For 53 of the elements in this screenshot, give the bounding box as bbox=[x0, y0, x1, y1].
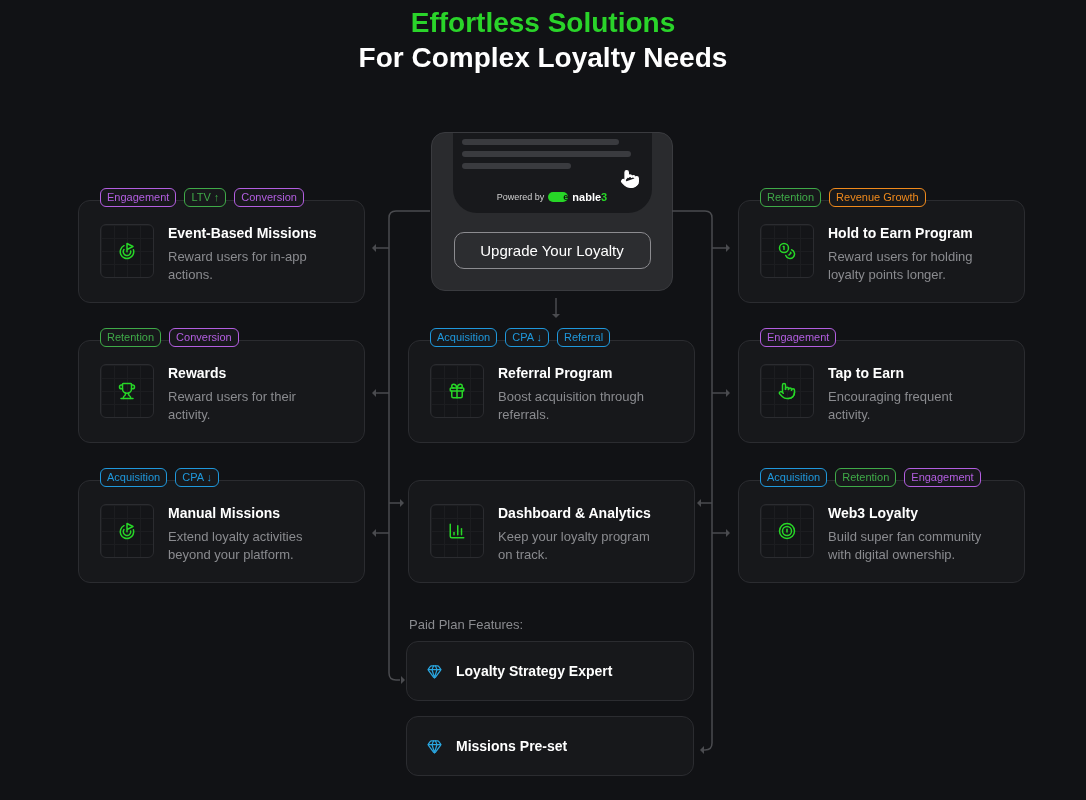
trophy-icon bbox=[118, 382, 136, 400]
card-description: Encouraging frequent activity. bbox=[828, 388, 954, 424]
card-title: Tap to Earn bbox=[828, 364, 905, 382]
card-description: Build super fan community with digital ownership. bbox=[828, 528, 983, 564]
card-description: Reward users for in-app actions. bbox=[168, 248, 308, 284]
chart-icon bbox=[448, 522, 466, 540]
card-description: Extend loyalty activities beyond your platform. bbox=[168, 528, 304, 564]
card-description: Boost acquisition through referrals. bbox=[498, 388, 645, 424]
tag: CPA ↓ bbox=[175, 468, 219, 487]
section-label: Paid Plan Features: bbox=[409, 617, 525, 632]
tag: Engagement bbox=[904, 468, 981, 487]
target-icon bbox=[118, 522, 136, 540]
tag: CPA ↓ bbox=[505, 328, 549, 347]
tag: Acquisition bbox=[100, 468, 168, 487]
tag: Revenue Growth bbox=[829, 188, 926, 207]
tag: Acquisition bbox=[430, 328, 498, 347]
heading: For Complex Loyalty Needs bbox=[358, 41, 728, 75]
powered-by-label: Powered by bbox=[496, 192, 545, 202]
tag: Engagement bbox=[760, 328, 837, 347]
tag: Referral bbox=[556, 328, 611, 347]
tag: Conversion bbox=[169, 328, 239, 347]
card-title: Hold to Earn Program bbox=[828, 224, 974, 242]
card-title: Web3 Loyalty bbox=[828, 504, 919, 522]
brand-name: nable3 bbox=[572, 191, 608, 203]
feature-title: Loyalty Strategy Expert bbox=[456, 662, 613, 680]
gift-icon bbox=[448, 382, 466, 400]
card-title: Event-Based Missions bbox=[168, 224, 318, 242]
tag: Retention bbox=[835, 468, 897, 487]
tap-hand-icon bbox=[778, 382, 796, 400]
heading: Effortless Solutions bbox=[410, 6, 676, 40]
card-title: Manual Missions bbox=[168, 504, 282, 522]
tag: LTV ↑ bbox=[184, 188, 227, 207]
tag: Engagement bbox=[100, 188, 177, 207]
feature-title: Missions Pre-set bbox=[456, 737, 568, 755]
tag: Retention bbox=[760, 188, 822, 207]
gem-icon bbox=[427, 738, 442, 754]
hand-cursor-icon bbox=[619, 169, 640, 189]
tag: Conversion bbox=[234, 188, 304, 207]
card-description: Reward users for holding loyalty points longer. bbox=[828, 248, 974, 284]
coin-icon bbox=[778, 522, 796, 540]
toggle-logo: e bbox=[548, 192, 569, 202]
gem-icon bbox=[427, 663, 442, 679]
card-description: Keep your loyalty program on track. bbox=[498, 528, 651, 564]
target-icon bbox=[118, 242, 136, 260]
upgrade-button[interactable]: Upgrade Your Loyalty bbox=[453, 232, 651, 269]
connector-arrow bbox=[552, 297, 560, 318]
tag: Retention bbox=[100, 328, 162, 347]
card-description: Reward users for their activity. bbox=[168, 388, 297, 424]
card-title: Dashboard & Analytics bbox=[498, 504, 652, 522]
card-title: Referral Program bbox=[498, 364, 614, 382]
tag: Acquisition bbox=[760, 468, 828, 487]
card-title: Rewards bbox=[168, 364, 228, 382]
coins-icon bbox=[778, 242, 796, 260]
